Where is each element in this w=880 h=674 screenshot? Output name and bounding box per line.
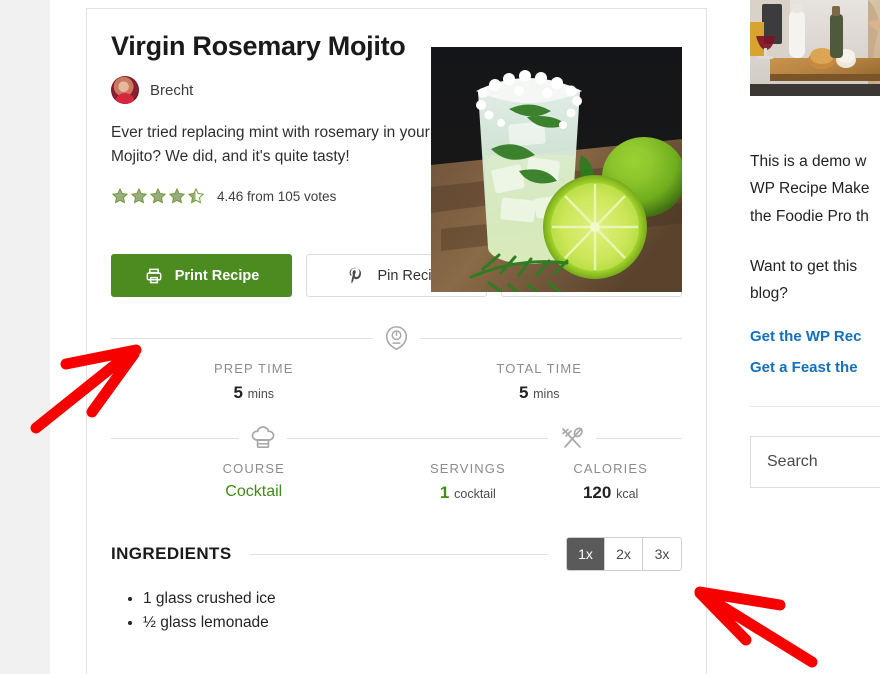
rating-text: 4.46 from 105 votes	[217, 188, 337, 204]
sidebar-link-wp-recipe-maker[interactable]: Get the WP Rec	[750, 328, 880, 345]
star-icon[interactable]	[187, 187, 205, 205]
list-item: ½ glass lemonade	[143, 611, 682, 635]
print-recipe-button[interactable]: Print Recipe	[111, 254, 292, 298]
prep-time-number: 5	[233, 383, 243, 403]
scale-3x-button[interactable]: 3x	[643, 538, 681, 571]
timer-icon-wrap	[373, 325, 420, 351]
ingredient-scaler: 1x 2x 3x	[566, 537, 682, 572]
prep-time-block: PREP TIME 5 mins	[111, 361, 397, 403]
prep-time-label: PREP TIME	[214, 361, 294, 377]
total-time-number: 5	[518, 383, 529, 403]
course-meta-row: COURSE Cocktail SERVINGS 1 cocktail CALO…	[111, 461, 682, 503]
sidebar-p1-line1: This is a demo w	[750, 153, 867, 170]
total-time-value: 5 mins	[397, 383, 683, 403]
recipe-header: Virgin Rosemary Mojito Brecht Ever tried…	[111, 31, 682, 292]
calories-label: CALORIES	[573, 461, 648, 477]
cutlery-icon-wrap	[548, 425, 596, 451]
sidebar-p2-line2: blog?	[750, 285, 788, 303]
total-time-block: TOTAL TIME 5 mins	[397, 361, 683, 403]
prep-time-value: 5 mins	[111, 383, 397, 403]
sidebar-p2-line1: Want to get this	[750, 257, 858, 275]
servings-block: SERVINGS 1 cocktail	[397, 461, 540, 503]
total-time-label: TOTAL TIME	[496, 361, 583, 377]
calories-value: 120 kcal	[539, 483, 682, 503]
star-icon[interactable]	[149, 187, 167, 205]
sidebar-photo	[750, 0, 880, 96]
printer-icon	[146, 268, 162, 283]
ingredients-heading: INGREDIENTS	[111, 544, 232, 564]
time-separator	[111, 325, 682, 351]
print-recipe-label: Print Recipe	[174, 267, 260, 284]
sidebar-divider	[750, 406, 880, 408]
sidebar-paragraph-2: Want to get this blog?	[750, 253, 880, 308]
fork-spoon-icon	[562, 427, 583, 448]
timer-icon	[385, 326, 408, 351]
chef-hat-icon-wrap	[239, 424, 287, 452]
scale-2x-button[interactable]: 2x	[605, 538, 643, 571]
calories-unit: kcal	[616, 487, 639, 502]
calories-number: 120	[582, 483, 612, 503]
screenshot-root: Virgin Rosemary Mojito Brecht Ever tried…	[0, 0, 880, 674]
page-title: Virgin Rosemary Mojito	[111, 31, 406, 61]
search-box[interactable]	[750, 436, 880, 489]
star-icon[interactable]	[168, 187, 186, 205]
course-label: COURSE	[222, 461, 285, 477]
chef-hat-icon	[251, 426, 275, 449]
prep-time-unit: mins	[247, 387, 275, 402]
sidebar-p1-line2: WP Recipe Make	[750, 180, 870, 198]
separator-rule-a	[111, 437, 239, 439]
separator-rule-right	[420, 337, 682, 339]
sidebar-link-feast-theme[interactable]: Get a Feast the	[750, 359, 880, 376]
ingredients-rule	[249, 553, 548, 555]
servings-label: SERVINGS	[430, 461, 506, 477]
ingredients-list: 1 glass crushed ice ½ glass lemonade	[111, 587, 682, 635]
separator-rule-b	[287, 437, 548, 439]
recipe-photo	[431, 47, 682, 292]
rating-stars[interactable]	[111, 187, 205, 205]
star-icon[interactable]	[130, 187, 148, 205]
recipe-card: Virgin Rosemary Mojito Brecht Ever tried…	[86, 8, 707, 674]
time-meta-row: PREP TIME 5 mins TOTAL TIME 5 mins	[111, 361, 682, 403]
separator-rule-left	[111, 337, 373, 339]
course-value: Cocktail	[225, 483, 283, 501]
sidebar-paragraph-1: This is a demo w WP Recipe Make the Food…	[750, 148, 880, 230]
star-icon[interactable]	[111, 187, 129, 205]
recipe-description: Ever tried replacing mint with rosemary …	[111, 124, 430, 166]
course-separator	[111, 425, 682, 451]
course-block: COURSE Cocktail	[111, 461, 397, 503]
total-time-unit: mins	[533, 387, 560, 402]
sidebar: This is a demo w WP Recipe Make the Food…	[750, 0, 880, 674]
servings-value: 1 cocktail	[397, 483, 540, 503]
pinterest-icon	[349, 267, 362, 284]
list-item: 1 glass crushed ice	[143, 587, 682, 611]
avatar	[111, 76, 139, 105]
separator-rule-c	[596, 437, 682, 439]
calories-block: CALORIES 120 kcal	[539, 461, 682, 503]
servings-number[interactable]: 1	[440, 483, 449, 502]
page-left-gutter	[0, 0, 50, 674]
servings-unit: cocktail	[454, 487, 496, 502]
author-name: Brecht	[150, 81, 194, 99]
ingredients-header: INGREDIENTS 1x 2x 3x	[111, 537, 682, 572]
search-input[interactable]	[767, 453, 880, 472]
scale-1x-button[interactable]: 1x	[567, 538, 605, 571]
sidebar-p1-line3: the Foodie Pro th	[750, 207, 869, 225]
